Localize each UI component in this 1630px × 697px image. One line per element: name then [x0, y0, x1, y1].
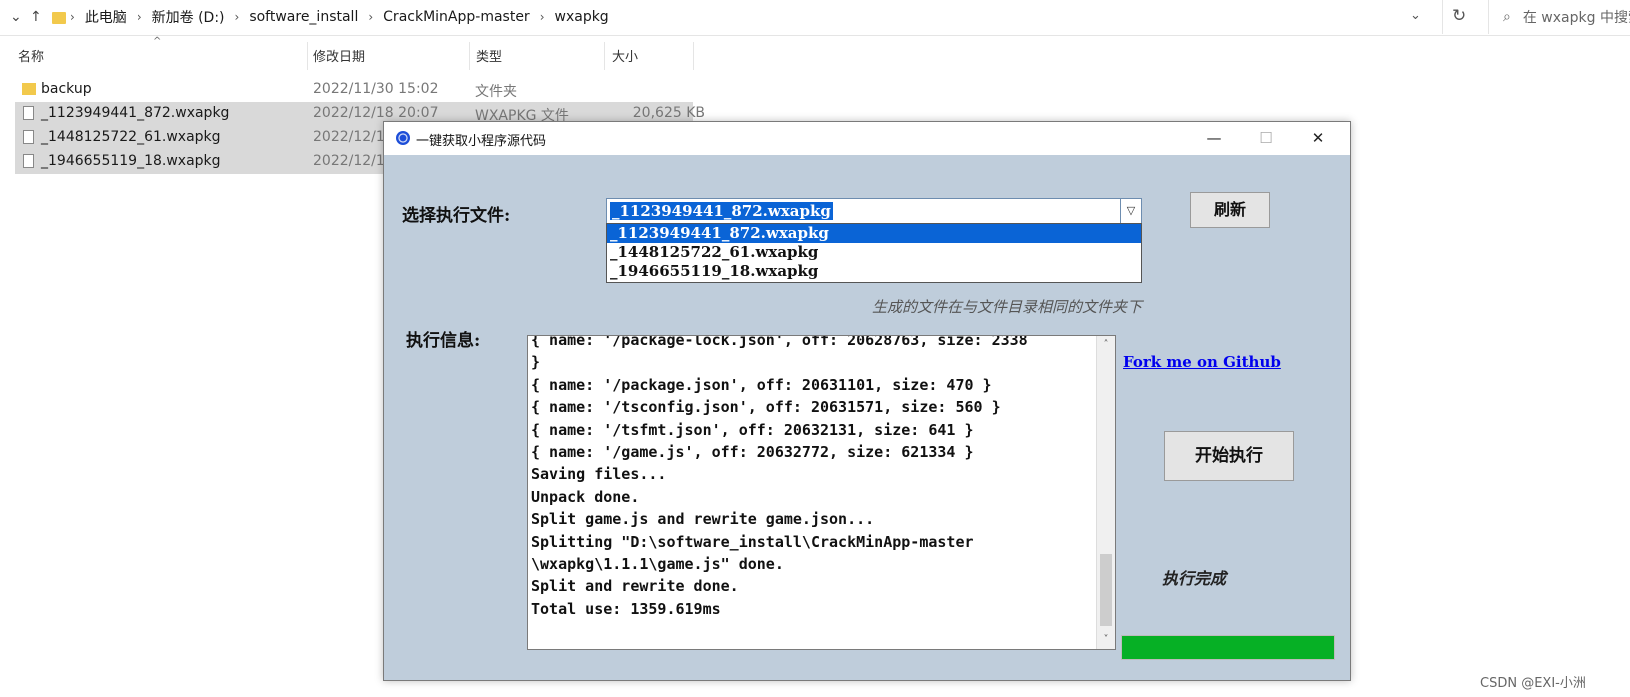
breadcrumb-item-drive[interactable]: 新加卷 (D:) — [146, 7, 231, 27]
progress-bar — [1121, 635, 1335, 660]
log-line: { name: '/game.js', off: 20632772, size:… — [531, 443, 974, 462]
breadcrumb-item-wxapkg[interactable]: wxapkg — [549, 9, 615, 25]
chevron-right-icon[interactable]: › — [231, 10, 244, 24]
watermark: CSDN @EXI-小洲 — [1480, 676, 1586, 691]
file-date: 2022/11/30 15:02 — [313, 81, 439, 97]
chevron-right-icon[interactable]: › — [66, 10, 79, 24]
log-line: Split game.js and rewrite game.json... — [531, 510, 875, 529]
file-type: 文件夹 — [475, 84, 517, 100]
dropdown-option[interactable]: _1448125722_61.wxapkg — [607, 243, 1141, 262]
breadcrumb-item-software-install[interactable]: software_install — [243, 9, 364, 25]
log-line: Splitting "D:\software_install\CrackMinA… — [531, 532, 974, 551]
info-label: 执行信息: — [406, 331, 481, 351]
log-line: } — [531, 353, 541, 372]
log-line: Split and rewrite done. — [531, 577, 739, 596]
file-date: 2022/12/1 — [313, 153, 385, 169]
file-name: _1123949441_872.wxapkg — [41, 105, 230, 121]
log-line: \wxapkg\1.1.1\game.js" done. — [531, 555, 784, 574]
chevron-right-icon[interactable]: › — [536, 10, 549, 24]
select-file-label: 选择执行文件: — [402, 206, 511, 226]
log-line: { name: '/package.json', off: 20631101, … — [531, 375, 992, 394]
file-date: 2022/12/18 20:07 — [313, 105, 439, 121]
maximize-button[interactable]: ☐ — [1246, 126, 1286, 150]
chevron-down-icon[interactable]: ▽ — [1120, 199, 1141, 223]
recent-locations-chevron-icon[interactable]: ⌄ — [10, 9, 22, 25]
column-divider[interactable] — [307, 42, 308, 70]
status-text: 执行完成 — [1162, 569, 1227, 588]
refresh-icon[interactable]: ↻ — [1452, 6, 1466, 26]
divider — [1442, 0, 1443, 34]
scrollbar[interactable]: ˄ ˅ — [1096, 336, 1115, 649]
refresh-button[interactable]: 刷新 — [1190, 192, 1270, 228]
window-title: 一键获取小程序源代码 — [416, 134, 547, 149]
column-header-date[interactable]: 修改日期 — [313, 40, 365, 70]
selected-file: _1123949441_872.wxapkg — [610, 202, 833, 220]
output-hint: 生成的文件在与文件目录相同的文件夹下 — [872, 298, 1143, 316]
column-header-name[interactable]: 名称 — [18, 40, 44, 70]
github-link[interactable]: Fork me on Github — [1123, 353, 1281, 371]
app-window: 一键获取小程序源代码 — ☐ ✕ 选择执行文件: _1123949441_872… — [383, 121, 1351, 681]
scroll-thumb[interactable] — [1100, 554, 1112, 626]
chevron-right-icon[interactable]: › — [133, 10, 146, 24]
progress-fill — [1122, 636, 1334, 659]
address-dropdown-icon[interactable]: ⌄ — [1410, 8, 1421, 23]
log-output[interactable]: { name: '/package-lock.json', off: 20628… — [527, 335, 1116, 650]
up-arrow-icon[interactable]: ↑ — [30, 9, 42, 25]
search-icon: ⌕ — [1503, 9, 1511, 25]
search-box[interactable]: ⌕ 在 wxapkg 中搜索 — [1488, 0, 1630, 34]
breadcrumb: › 此电脑 › 新加卷 (D:) › software_install › Cr… — [52, 0, 615, 34]
breadcrumb-item-this-pc[interactable]: 此电脑 — [79, 7, 133, 27]
list-item[interactable]: backup 2022/11/30 15:02 文件夹 — [15, 78, 693, 102]
file-icon — [23, 154, 34, 168]
app-icon — [396, 131, 410, 145]
log-line: Unpack done. — [531, 487, 640, 506]
file-dropdown-list: _1123949441_872.wxapkg _1448125722_61.wx… — [606, 223, 1142, 283]
log-line: { name: '/tsconfig.json', off: 20631571,… — [531, 398, 1001, 417]
log-line: { name: '/tsfmt.json', off: 20632131, si… — [531, 420, 974, 439]
dropdown-option[interactable]: _1946655119_18.wxapkg — [607, 262, 1141, 281]
column-header-type[interactable]: 类型 — [476, 40, 502, 70]
column-divider[interactable] — [469, 42, 470, 70]
column-header-size[interactable]: 大小 — [612, 40, 638, 70]
log-lines: { name: '/package-lock.json', off: 20628… — [531, 335, 1091, 620]
folder-icon — [22, 83, 36, 95]
log-line: Total use: 1359.619ms — [531, 599, 721, 618]
folder-icon — [52, 12, 66, 24]
dropdown-option[interactable]: _1123949441_872.wxapkg — [607, 224, 1141, 243]
scroll-up-icon[interactable]: ˄ — [1097, 336, 1115, 354]
file-name: _1946655119_18.wxapkg — [41, 153, 221, 169]
column-divider[interactable] — [604, 42, 605, 70]
address-bar: ⌄ ↑ › 此电脑 › 新加卷 (D:) › software_install … — [0, 0, 1630, 36]
breadcrumb-item-crackminapp[interactable]: CrackMinApp-master — [377, 9, 536, 25]
start-button[interactable]: 开始执行 — [1164, 431, 1294, 481]
close-button[interactable]: ✕ — [1298, 126, 1338, 150]
minimize-button[interactable]: — — [1194, 126, 1234, 150]
chevron-right-icon[interactable]: › — [364, 10, 377, 24]
file-size: 20,625 KB — [632, 105, 705, 121]
log-line: { name: '/package-lock.json', off: 20628… — [531, 335, 1028, 349]
column-divider[interactable] — [693, 42, 694, 70]
file-icon — [23, 106, 34, 120]
title-bar[interactable]: 一键获取小程序源代码 — ☐ ✕ — [384, 122, 1350, 155]
file-name: _1448125722_61.wxapkg — [41, 129, 221, 145]
sort-ascending-icon: ^ — [153, 36, 162, 47]
file-name: backup — [41, 81, 92, 97]
log-line: Saving files... — [531, 465, 667, 484]
file-select[interactable]: _1123949441_872.wxapkg ▽ — [606, 198, 1142, 224]
scroll-down-icon[interactable]: ˅ — [1097, 631, 1115, 649]
search-placeholder: 在 wxapkg 中搜索 — [1522, 10, 1630, 26]
file-date: 2022/12/1 — [313, 129, 385, 145]
file-icon — [23, 130, 34, 144]
